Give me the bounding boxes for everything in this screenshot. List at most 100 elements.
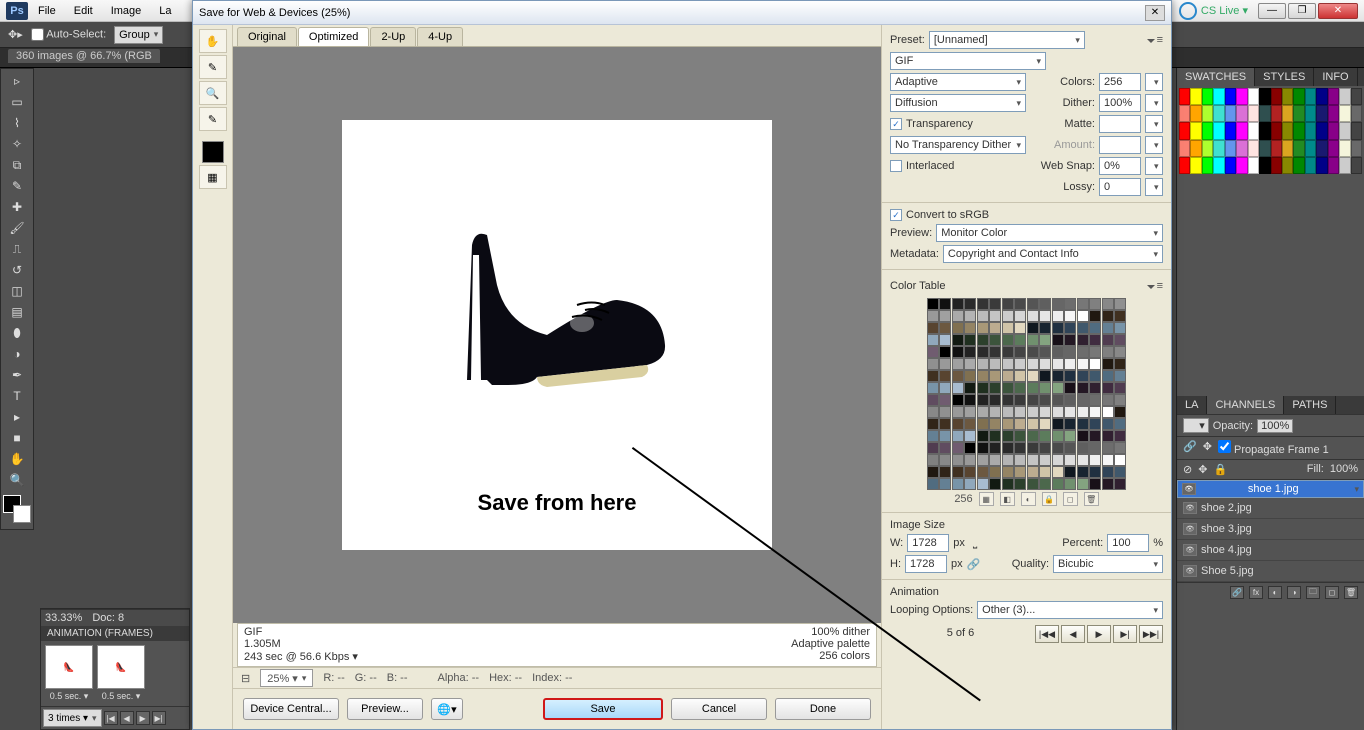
folder-icon[interactable]: 🗀 (1306, 586, 1320, 599)
last-frame-button[interactable]: ▶▶| (1139, 625, 1163, 643)
visibility-icon[interactable]: 👁 (1182, 483, 1196, 495)
hand-tool-icon[interactable]: ✋ (3, 449, 31, 469)
opacity-field[interactable]: 100% (1257, 419, 1293, 433)
fg-bg-colors[interactable] (3, 495, 31, 523)
done-button[interactable]: Done (775, 698, 871, 720)
trans-dither-select[interactable]: No Transparency Dither (890, 136, 1026, 154)
link-layers-icon[interactable]: 🔗 (1183, 440, 1197, 456)
new-layer-icon[interactable]: ◻ (1325, 586, 1339, 599)
tab-4up[interactable]: 4-Up (417, 27, 463, 46)
lasso-tool-icon[interactable]: ⌇ (3, 113, 31, 133)
link-icon[interactable]: 🔗 (1230, 586, 1244, 599)
zoom-select[interactable]: 25% ▾ (260, 669, 313, 687)
looping-select[interactable]: Other (3)... (977, 601, 1163, 619)
hand-small-icon[interactable]: ⊟ (241, 672, 250, 685)
eraser-tool-icon[interactable]: ◫ (3, 281, 31, 301)
tab-channels[interactable]: CHANNELS (1207, 396, 1284, 414)
stamp-tool-icon[interactable]: ⎍ (3, 239, 31, 259)
optimize-menu-icon[interactable] (1147, 34, 1163, 46)
preview-select[interactable]: Monitor Color (936, 224, 1163, 242)
eyedropper-color[interactable] (202, 141, 224, 163)
matte-field[interactable] (1099, 115, 1141, 133)
srgb-checkbox[interactable]: ✓ (890, 209, 902, 221)
menu-file[interactable]: File (30, 3, 64, 19)
document-tab[interactable]: 360 images @ 66.7% (RGB (8, 49, 160, 63)
healing-tool-icon[interactable]: ✚ (3, 197, 31, 217)
device-central-button[interactable]: Device Central... (243, 698, 339, 720)
cslive-button[interactable]: CS Live ▾ (1171, 0, 1256, 22)
visibility-icon[interactable]: 👁 (1183, 544, 1197, 556)
play-button[interactable]: ▶ (1087, 625, 1111, 643)
close-icon[interactable]: ✕ (1318, 3, 1358, 19)
ct-btn-2[interactable]: ◧ (1000, 492, 1015, 506)
tab-swatches[interactable]: SWATCHES (1177, 68, 1255, 86)
colors-stepper[interactable] (1145, 73, 1163, 91)
lock-move-icon[interactable]: ✥ (1198, 463, 1207, 476)
tab-layers[interactable]: LA (1177, 396, 1207, 414)
reduction-select[interactable]: Adaptive (890, 73, 1026, 91)
doc-zoom[interactable]: 33.33% (45, 612, 82, 624)
layer-row[interactable]: 👁Shoe 5.jpg (1177, 561, 1364, 582)
link-wh-icon[interactable]: 🔗 (967, 558, 981, 571)
next-frame-icon[interactable]: ▶| (152, 711, 166, 725)
brush-tool-icon[interactable]: 🖌 (3, 218, 31, 238)
visibility-icon[interactable]: 👁 (1183, 523, 1197, 535)
wand-tool-icon[interactable]: ✧ (3, 134, 31, 154)
type-tool-icon[interactable]: T (3, 386, 31, 406)
tab-styles[interactable]: STYLES (1255, 68, 1314, 86)
history-brush-icon[interactable]: ↺ (3, 260, 31, 280)
lock-all-icon[interactable]: 🔒 (1213, 463, 1227, 476)
zoom-tool-icon[interactable]: 🔍 (199, 81, 227, 105)
constrain-icon[interactable]: ⎵ (973, 537, 977, 550)
swatches-grid[interactable] (1177, 86, 1364, 176)
layer-row[interactable]: 👁shoe 1.jpg (1177, 480, 1364, 498)
dialog-close-icon[interactable]: ✕ (1145, 5, 1165, 21)
auto-select-target[interactable]: Group (114, 26, 163, 44)
visibility-icon[interactable]: 👁 (1183, 565, 1197, 577)
dither-alg-select[interactable]: Diffusion (890, 94, 1026, 112)
tab-optimized[interactable]: Optimized (298, 27, 370, 46)
preview-button[interactable]: Preview... (347, 698, 423, 720)
matte-picker[interactable] (1145, 115, 1163, 133)
minimize-icon[interactable]: — (1258, 3, 1286, 19)
fx-icon[interactable]: fx (1249, 586, 1263, 599)
slice-select-icon[interactable]: ✎ (199, 55, 227, 79)
auto-select-checkbox[interactable]: Auto-Select: (31, 28, 106, 41)
move-tool-icon[interactable]: ✥▸ (8, 28, 23, 41)
ct-btn-4[interactable]: 🔒 (1042, 492, 1057, 506)
transparency-checkbox[interactable]: ✓ (890, 118, 902, 130)
maximize-icon[interactable]: ❐ (1288, 3, 1316, 19)
hand-tool-icon[interactable]: ✋ (199, 29, 227, 53)
dither-stepper[interactable] (1145, 94, 1163, 112)
menu-layer[interactable]: La (151, 3, 179, 19)
ct-new-icon[interactable]: ◻ (1063, 492, 1078, 506)
propagate-checkbox[interactable]: Propagate Frame 1 (1218, 440, 1329, 456)
mask-icon[interactable]: ◐ (1268, 586, 1282, 599)
anim-frame-1[interactable]: 👠0.5 sec. ▾ (45, 645, 93, 702)
next-frame-button[interactable]: ▶| (1113, 625, 1137, 643)
color-table-grid[interactable] (927, 298, 1127, 490)
pen-tool-icon[interactable]: ✒ (3, 365, 31, 385)
first-frame-button[interactable]: |◀◀ (1035, 625, 1059, 643)
interlaced-checkbox[interactable] (890, 160, 902, 172)
tab-paths[interactable]: PATHS (1284, 396, 1336, 414)
menu-image[interactable]: Image (103, 3, 150, 19)
ct-btn-1[interactable]: ▦ (979, 492, 994, 506)
tab-original[interactable]: Original (237, 27, 297, 46)
path-select-icon[interactable]: ▸ (3, 407, 31, 427)
tab-2up[interactable]: 2-Up (370, 27, 416, 46)
eyedropper-tool-icon[interactable]: ✎ (199, 107, 227, 131)
save-button[interactable]: Save (543, 698, 663, 720)
layer-row[interactable]: 👁shoe 3.jpg (1177, 519, 1364, 540)
marquee-tool-icon[interactable]: ▭ (3, 92, 31, 112)
quality-select[interactable]: Bicubic (1053, 555, 1163, 573)
dither-field[interactable]: 100% (1099, 94, 1141, 112)
prev-frame-button[interactable]: ◀ (1061, 625, 1085, 643)
slice-visibility-icon[interactable]: ▦ (199, 165, 227, 189)
layer-row[interactable]: 👁shoe 2.jpg (1177, 498, 1364, 519)
percent-field[interactable]: 100 (1107, 534, 1149, 552)
layer-row[interactable]: 👁shoe 4.jpg (1177, 540, 1364, 561)
metadata-select[interactable]: Copyright and Contact Info (943, 245, 1163, 263)
eyedropper-tool-icon[interactable]: ✎ (3, 176, 31, 196)
move-tool-icon[interactable]: ▹ (3, 71, 31, 91)
